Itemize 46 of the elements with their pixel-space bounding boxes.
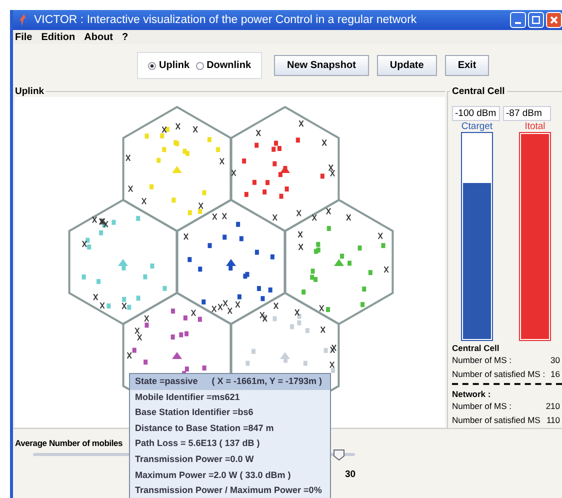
menu-item[interactable]: ?: [122, 32, 128, 42]
tooltip-line: ( X = -1661m, Y = -1793m ): [212, 376, 322, 388]
maximize-icon: [532, 16, 540, 24]
stat-label: Number of satisfied MS :: [452, 369, 546, 379]
menu-item[interactable]: About: [84, 32, 114, 42]
tooltip-line: State =passive: [135, 376, 198, 388]
menu-item[interactable]: Edition: [41, 32, 76, 42]
radio-option[interactable]: Downlink: [196, 60, 252, 71]
tooltip-line: Mobile Identifier =ms621: [135, 392, 240, 402]
section-heading: Network :: [452, 389, 492, 399]
tooltip-line: Path Loss = 5.6E13 ( 137 dB ): [135, 438, 260, 448]
stat-label: Number of satisfied MS: [452, 415, 540, 425]
bar-label: Itotal: [524, 121, 546, 132]
tooltip-line: Transmission Power =0.0 W: [135, 454, 254, 464]
tooltip-line: Transmission Power / Maximum Power =0%: [135, 485, 322, 496]
stat-label: Number of MS :: [452, 401, 512, 411]
slider-value: 30: [345, 469, 356, 480]
stat-value: 16: [550, 369, 560, 379]
stat-value: 30: [550, 355, 560, 365]
radio-option[interactable]: Uplink: [148, 60, 190, 71]
close-button[interactable]: [546, 12, 562, 28]
minimize-button[interactable]: [510, 12, 526, 28]
tooltip-line: Maximum Power =2.0 W ( 33.0 dBm ): [135, 470, 291, 480]
bar-label: Ctarget: [461, 121, 493, 132]
toolbar-button[interactable]: Exit: [444, 55, 490, 76]
slider-label: Average Number of mobiles: [15, 438, 123, 448]
stat-value: 110: [546, 415, 560, 425]
window-title: VICTOR : Interactive visualization of the power Control in a regular network: [34, 14, 417, 26]
power-field[interactable]: -87 dBm: [503, 106, 551, 121]
power-field[interactable]: -100 dBm: [452, 106, 500, 121]
close-icon: [550, 16, 558, 24]
tooltip-line: Base Station Identifier =bs6: [135, 407, 254, 418]
tooltip-line: Distance to Base Station =847 m: [135, 422, 274, 433]
radio-icon[interactable]: [196, 62, 204, 70]
panel-title: Uplink: [14, 87, 46, 97]
app-icon: [19, 14, 29, 26]
slider-thumb[interactable]: [332, 449, 345, 461]
toolbar-button[interactable]: New Snapshot: [274, 55, 369, 76]
maximize-button[interactable]: [528, 12, 544, 28]
stat-value: 210: [546, 401, 560, 411]
panel-title: Central Cell: [451, 86, 506, 97]
stat-label: Number of MS :: [452, 355, 512, 365]
menu-item[interactable]: File: [15, 32, 32, 42]
toolbar-button[interactable]: Update: [376, 55, 437, 76]
section-heading: Central Cell: [452, 343, 500, 353]
radio-icon[interactable]: [148, 62, 156, 70]
